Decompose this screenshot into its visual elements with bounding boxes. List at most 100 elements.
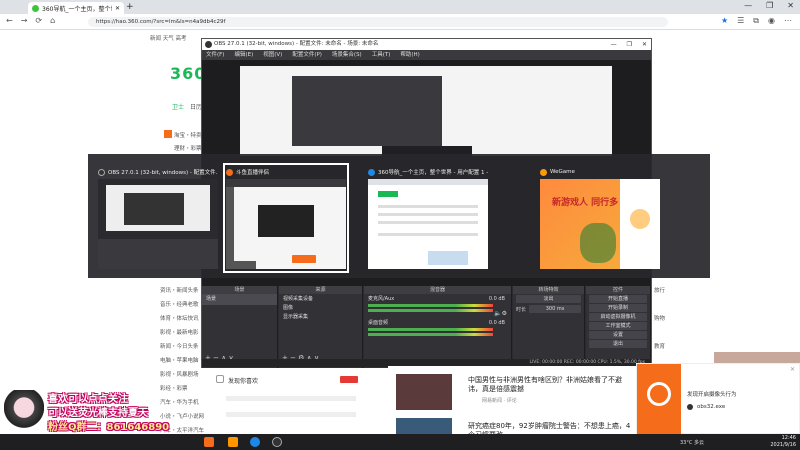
minimize-button[interactable]: — [744, 1, 752, 10]
file-icon [687, 404, 693, 410]
system-clock[interactable]: 12:46 2021/9/16 [770, 435, 796, 449]
switcher-window-douyu[interactable]: 斗鱼直播伴侣 [223, 163, 349, 273]
exit-button[interactable]: 退出 [589, 340, 647, 348]
obs-docks: 场景 场景 + − ∧ ∨ 来源 视频采集设备 图像 显示器采集 + − ⚙ ∧… [202, 286, 651, 368]
news-title[interactable]: 中国男性与非洲男性有啥区别？非洲姑娘看了不避讳，真是倍感震撼 [468, 376, 628, 394]
volume-meter [368, 333, 493, 336]
taskbar-weather[interactable]: 33°C 多云 [680, 439, 704, 446]
category-link[interactable]: 音乐・经典老歌 [160, 300, 199, 308]
douyu-app-icon [226, 168, 233, 176]
notification-file: obs32.exe [697, 404, 726, 410]
maximize-button[interactable]: ❐ [766, 1, 773, 10]
volume-meter [368, 304, 493, 307]
anime-avatar [4, 390, 44, 434]
browser-tab[interactable]: 360导航_一个主页，整个世界 ✕ [28, 2, 124, 14]
close-button[interactable]: ✕ [787, 1, 794, 10]
news-meta: 网易新闻 · 评论 [482, 398, 517, 404]
menu-view[interactable]: 视图(V) [263, 50, 282, 60]
obs-minimize-button[interactable]: — [611, 39, 617, 50]
category-link[interactable]: 新闻・今日头条 [160, 342, 199, 350]
volume-meter [368, 328, 493, 331]
notification-title: 发现开启摄像头行为 [687, 392, 737, 398]
window-thumbnail: 新游戏人 同行多 [540, 179, 660, 269]
category-link[interactable]: 购物 [654, 314, 665, 322]
hot-badge [340, 376, 358, 383]
reload-button[interactable]: ⟳ [35, 16, 42, 25]
mixer-dock: 混音器 麦克风/Aux 0.0 dB 桌面音频 0.0 dB 🔈⚙ [364, 286, 512, 368]
weather-link[interactable]: 卫士 [172, 102, 184, 111]
menu-profile[interactable]: 配置文件(P) [292, 50, 322, 60]
category-link[interactable]: 资讯・新闻头条 [160, 286, 199, 294]
start-streaming-button[interactable]: 开始直播 [589, 295, 647, 303]
taobao-icon [164, 130, 172, 138]
new-tab-button[interactable]: + [126, 2, 134, 12]
menu-edit[interactable]: 编辑(E) [234, 50, 253, 60]
news-thumbnail[interactable] [396, 374, 452, 410]
mixer-header: 混音器 [364, 286, 511, 294]
side-link[interactable]: 理财・彩票 [174, 144, 202, 152]
studio-mode-button[interactable]: 工作室模式 [589, 322, 647, 330]
obs-titlebar: OBS 27.0.1 (32-bit, windows) - 配置文件: 未命名… [202, 39, 651, 50]
menu-help[interactable]: 帮助(H) [400, 50, 419, 60]
security-notification[interactable]: 发现开启摄像头行为 obs32.exe ✕ [636, 363, 800, 435]
switcher-window-obs[interactable]: OBS 27.0.1 (32-bit, windows) - 配置文件... [98, 166, 218, 270]
tab-close-icon[interactable]: ✕ [115, 5, 120, 12]
controls-header: 控件 [586, 286, 650, 294]
url-input[interactable]: https://hao.360.com/?src=lm&ls=n4a9db4c2… [88, 17, 668, 27]
source-item[interactable]: 图像 [279, 305, 362, 314]
top-links[interactable]: 新闻 天气 高考 [150, 34, 187, 42]
virtual-camera-button[interactable]: 启动虚拟摄像机 [589, 313, 647, 321]
tab-title: 360导航_一个主页，整个世界 [42, 5, 112, 13]
taskbar-wegame-icon[interactable] [228, 437, 238, 447]
settings-button[interactable]: 设置 [589, 331, 647, 339]
forward-button[interactable]: → [21, 16, 28, 25]
window-thumbnail [226, 179, 346, 269]
speaker-icon[interactable]: 🔈⚙ [494, 310, 507, 317]
camera-alert-icon [637, 364, 681, 435]
mixer-channel-db: 0.0 dB [488, 320, 505, 326]
switcher-window-title: OBS 27.0.1 (32-bit, windows) - 配置文件... [108, 170, 218, 176]
side-link[interactable]: 淘宝・特卖 [174, 131, 202, 139]
obs-maximize-button[interactable]: ❐ [627, 39, 632, 50]
window-controls: — ❐ ✕ [744, 1, 794, 10]
taskbar-edge-icon[interactable] [250, 437, 260, 447]
news-thumbnail[interactable] [396, 418, 452, 434]
home-button[interactable]: ⌂ [50, 16, 55, 25]
more-menu-icon[interactable]: ⋯ [784, 16, 792, 26]
obs-close-button[interactable]: ✕ [642, 39, 647, 50]
category-link[interactable]: 体育・体坛快讯 [160, 314, 199, 322]
notification-close-icon[interactable]: ✕ [790, 366, 795, 373]
back-button[interactable]: ← [6, 16, 13, 25]
category-link[interactable]: 影视・风暴剧场 [160, 370, 199, 378]
duration-input[interactable]: 300 ms [529, 305, 581, 313]
switcher-window-title: 斗鱼直播伴侣 [236, 170, 270, 176]
category-link[interactable]: 电脑・苹果电脑 [160, 356, 199, 364]
profile-icon[interactable]: ◉ [768, 16, 775, 26]
controls-dock: 控件 开始直播 开始录制 启动虚拟摄像机 工作室模式 设置 退出 [586, 286, 651, 368]
start-recording-button[interactable]: 开始录制 [589, 304, 647, 312]
obs-logo-icon [205, 41, 212, 48]
extensions-icon[interactable]: ⧉ [753, 16, 759, 26]
transition-select[interactable]: 淡出 [516, 295, 581, 303]
taskbar-obs-icon[interactable] [272, 437, 282, 447]
category-link[interactable]: 教育 [654, 342, 665, 350]
scene-item[interactable]: 场景 [202, 294, 277, 305]
taskbar-douyu-icon[interactable] [204, 437, 214, 447]
menu-tools[interactable]: 工具(T) [372, 50, 391, 60]
switcher-window-edge[interactable]: 360导航_一个主页，整个世界 - 用户配置 1 - Microsoft Edg… [368, 166, 488, 270]
source-item[interactable]: 显示器采集 [279, 314, 362, 323]
overlay-line: 粉丝Q群二：861646890 [48, 422, 170, 433]
placeholder-line [226, 412, 356, 417]
source-item[interactable]: 视频采集设备 [279, 294, 362, 305]
switcher-window-title: 360导航_一个主页，整个世界 - 用户配置 1 - Microsoft Edg… [378, 170, 488, 176]
overlay-line: 可以送荧光棒支持夏天 [48, 408, 148, 419]
wegame-app-icon [540, 168, 547, 176]
edge-app-icon [368, 168, 375, 176]
favorite-star-icon[interactable]: ★ [721, 16, 728, 26]
collections-icon[interactable]: ☰ [737, 16, 744, 26]
category-link[interactable]: 旅行 [654, 286, 665, 294]
switcher-window-wegame[interactable]: WeGame 新游戏人 同行多 [540, 166, 660, 270]
menu-scene-collection[interactable]: 场景集合(S) [332, 50, 362, 60]
category-link[interactable]: 影视・最新电影 [160, 328, 199, 336]
menu-file[interactable]: 文件(F) [206, 50, 224, 60]
